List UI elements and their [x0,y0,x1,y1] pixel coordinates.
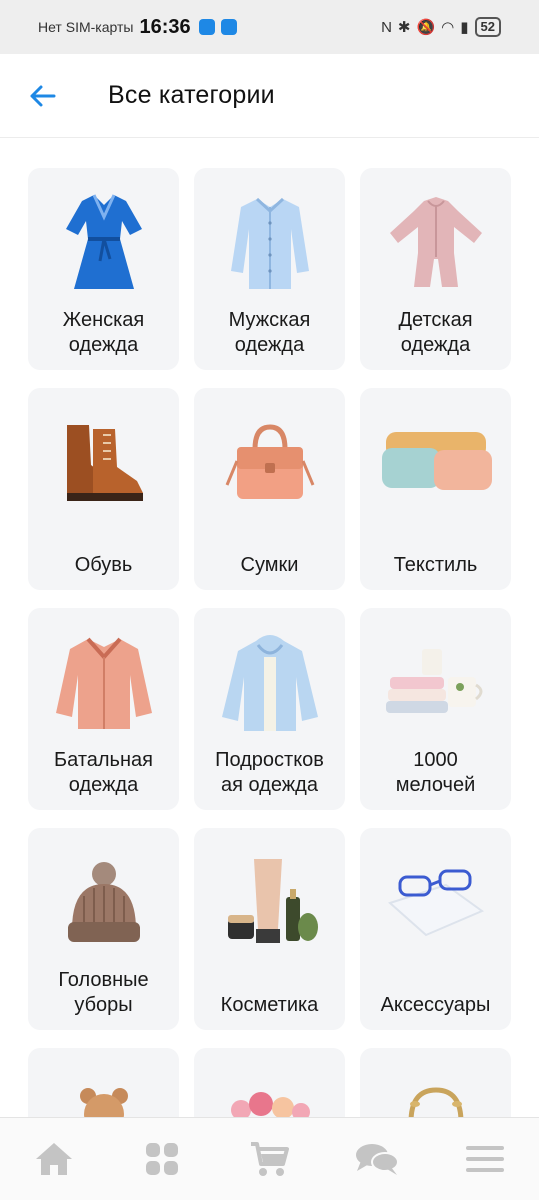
cart-icon [251,1142,290,1176]
gold-wreath-image [360,1082,511,1118]
category-toys[interactable] [28,1048,179,1118]
category-shoes[interactable]: Обувь [28,388,179,590]
category-label: Аксессуары [380,994,491,1016]
handbag-image [194,408,345,518]
mute-icon: 🔕 [416,19,436,36]
app-notification-icon [198,19,215,35]
category-accessories[interactable]: Аксессуары [360,828,511,1030]
pillows-image [360,408,511,518]
chat-icon [356,1144,400,1175]
category-label: Головные уборы [58,969,149,1016]
nav-menu[interactable] [445,1129,525,1189]
category-headwear[interactable]: Головные уборы [28,828,179,1030]
knit-hat-image [28,848,179,958]
category-label: Сумки [240,554,299,576]
back-button[interactable] [12,66,72,126]
blue-dress-image [28,188,179,298]
category-mens-clothing[interactable]: Мужская одежда [194,168,345,370]
category-1000-little-things[interactable]: 1000 мелочей [360,608,511,810]
category-plus-size-clothing[interactable]: Батальная одежда [28,608,179,810]
category-cosmetics[interactable]: Косметика [194,828,345,1030]
hoodie-image [194,628,345,738]
category-teen-clothing[interactable]: Подростков ая одежда [194,608,345,810]
category-label: 1000 мелочей [395,749,476,796]
bluetooth-icon: ✱ [397,19,411,36]
category-label: Батальная одежда [54,749,153,796]
wifi-icon: ◠ [441,19,455,36]
grid-icon [145,1143,178,1175]
jacket-image [28,628,179,738]
store-notification-icon [220,19,237,35]
arrow-left-icon [30,85,56,106]
battery-level: 52 [474,17,501,37]
category-bags[interactable]: Сумки [194,388,345,590]
baby-jumpsuit-image [360,188,511,298]
status-bar: Нет SIM-карты 16:36 N ✱ 🔕 ◠ ▮ 52 [0,0,539,54]
category-label: Косметика [220,994,319,1016]
battery-saver-icon: ▮ [460,19,469,36]
category-womens-clothing[interactable]: Женская одежда [28,168,179,370]
app-header: Все категории [0,54,539,138]
nav-cart[interactable] [229,1129,309,1189]
shirt-image [194,188,345,298]
carrier-text: Нет SIM-карты [38,19,134,35]
clock: 16:36 [139,15,191,38]
glasses-image [360,848,511,958]
boots-image [28,408,179,518]
nav-chat[interactable] [337,1129,417,1189]
categories-grid: Женская одежда Мужская одежда Детская од… [28,168,512,1118]
category-textile[interactable]: Текстиль [360,388,511,590]
category-label: Подростков ая одежда [215,749,324,796]
category-label: Обувь [74,554,133,576]
home-icon [35,1143,72,1175]
nfc-icon: N [381,18,392,36]
category-label: Мужская одежда [228,309,311,356]
category-kids-clothing[interactable]: Детская одежда [360,168,511,370]
towels-and-cups-image [360,628,511,738]
menu-icon [466,1146,505,1172]
nav-home[interactable] [14,1129,94,1189]
category-flowers[interactable] [194,1048,345,1118]
flowers-image [194,1082,345,1118]
category-label: Текстиль [393,554,478,576]
status-icons: N ✱ 🔕 ◠ ▮ 52 [381,17,501,37]
category-gifts[interactable] [360,1048,511,1118]
cosmetics-image [194,848,345,958]
page-title: Все категории [108,81,275,109]
nav-catalog[interactable] [122,1129,202,1189]
category-label: Женская одежда [62,309,145,356]
teddy-bear-image [28,1084,179,1118]
category-label: Детская одежда [398,309,473,356]
bottom-navigation [0,1117,539,1200]
